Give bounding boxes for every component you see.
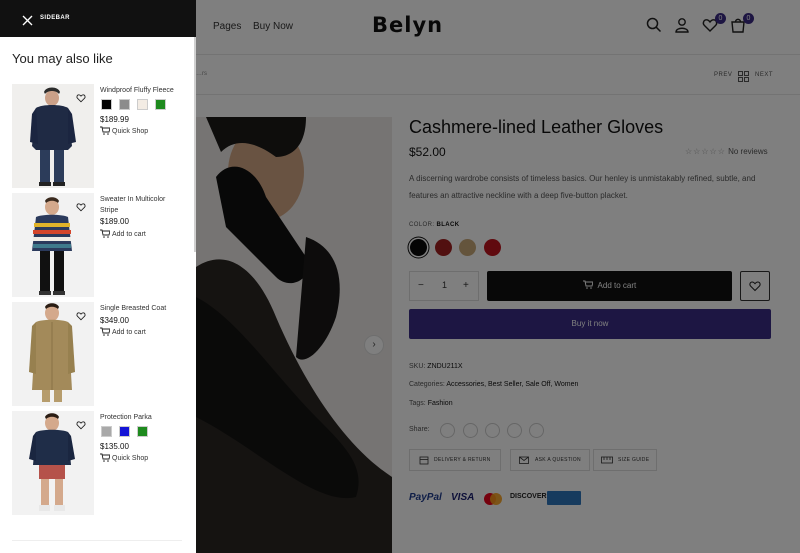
product-name[interactable]: Windproof Fluffy Fleece <box>100 85 184 96</box>
sidebar-scrollbar[interactable] <box>194 37 196 252</box>
cart-icon <box>100 126 111 135</box>
product-name[interactable]: Single Breasted Coat <box>100 303 184 314</box>
product-price: $135.00 <box>100 442 129 451</box>
sidebar-header: SIDEBAR <box>0 0 196 37</box>
heart-icon[interactable] <box>76 308 86 321</box>
sidebar-title: SIDEBAR <box>40 15 70 21</box>
heart-icon[interactable] <box>76 417 86 430</box>
swatch-grey[interactable] <box>101 426 112 437</box>
cart-icon <box>100 229 111 238</box>
heart-icon[interactable] <box>76 199 86 212</box>
cart-icon <box>100 327 111 336</box>
product-price: $189.00 <box>100 217 129 226</box>
add-to-cart-button[interactable]: Add to cart <box>100 229 146 238</box>
swatch-green[interactable] <box>137 426 148 437</box>
list-item: Windproof Fluffy Fleece $189.99 Quick Sh… <box>12 84 190 188</box>
swatch-cream[interactable] <box>137 99 148 110</box>
swatch-green[interactable] <box>155 99 166 110</box>
sidebar-heading: You may also like <box>12 51 113 66</box>
close-icon[interactable] <box>22 13 33 26</box>
swatch-grey[interactable] <box>119 99 130 110</box>
cart-icon <box>100 453 111 462</box>
sidebar-divider <box>12 540 182 552</box>
quick-shop-button[interactable]: Quick Shop <box>100 453 148 462</box>
add-to-cart-button[interactable]: Add to cart <box>100 327 146 336</box>
product-price: $349.00 <box>100 316 129 325</box>
quick-shop-button[interactable]: Quick Shop <box>100 126 148 135</box>
list-item: Protection Parka $135.00 Quick Shop <box>12 411 190 515</box>
list-item: Single Breasted Coat $349.00 Add to cart <box>12 302 190 406</box>
product-name[interactable]: Protection Parka <box>100 412 184 423</box>
sidebar-drawer: SIDEBAR You may also like Windproof Fluf… <box>0 0 196 553</box>
swatch-blue[interactable] <box>119 426 130 437</box>
swatch-black[interactable] <box>101 99 112 110</box>
product-name[interactable]: Sweater In Multicolor Stripe <box>100 194 184 216</box>
heart-icon[interactable] <box>76 90 86 103</box>
product-price: $189.99 <box>100 115 129 124</box>
list-item: Sweater In Multicolor Stripe $189.00 Add… <box>12 193 190 297</box>
